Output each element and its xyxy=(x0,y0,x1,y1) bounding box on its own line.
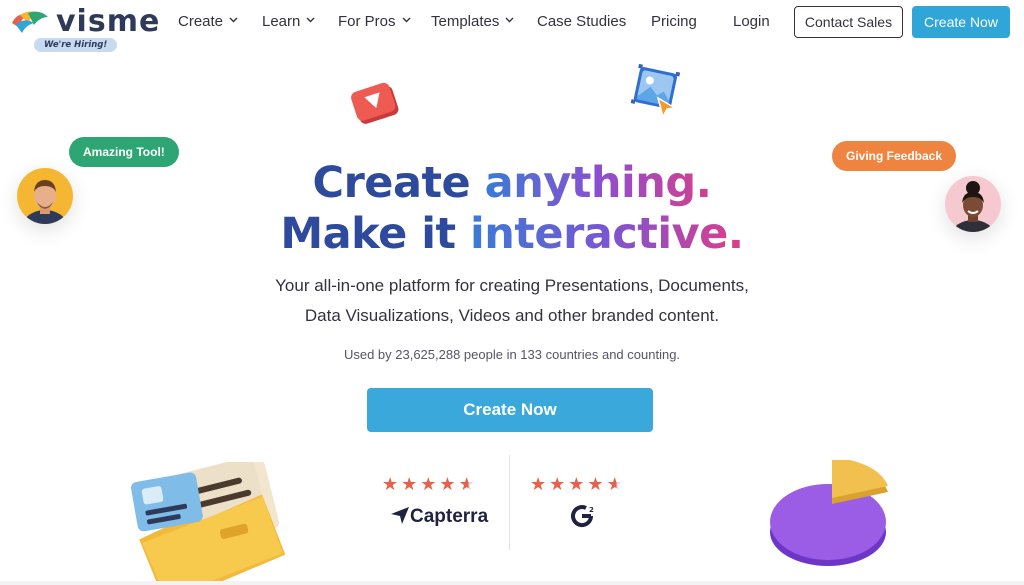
visme-logo[interactable]: visme We're Hiring! xyxy=(10,4,159,54)
headline-line-1: Create anything. xyxy=(0,158,1024,208)
capterra-logo[interactable]: Capterra xyxy=(390,505,488,528)
nav-item-label: Learn xyxy=(262,13,301,30)
nav-item-for-pros[interactable]: For Pros xyxy=(338,13,411,30)
star-icon: ★ xyxy=(549,474,569,494)
g2-stars: ★★★★★ xyxy=(530,474,626,495)
star-icon: ★ xyxy=(439,474,459,494)
headline-highlight: anything. xyxy=(484,158,712,208)
contact-sales-button[interactable]: Contact Sales xyxy=(794,6,903,38)
play-icon xyxy=(351,82,399,124)
ratings-divider xyxy=(509,455,510,550)
star-half-icon: ★ xyxy=(458,474,478,494)
chevron-down-icon xyxy=(306,17,315,23)
star-half-icon: ★ xyxy=(606,474,626,494)
star-icon: ★ xyxy=(587,474,607,494)
capterra-stars: ★★★★★ xyxy=(382,474,478,495)
star-icon: ★ xyxy=(568,474,588,494)
nav-item-pricing[interactable]: Pricing xyxy=(651,13,697,30)
nav-item-label: Create xyxy=(178,13,224,30)
nav-item-label: Login xyxy=(733,13,770,30)
top-navigation: visme We're Hiring! Create Learn For Pro… xyxy=(0,0,1024,52)
nav-item-label: Templates xyxy=(431,13,500,30)
subtitle-line-1: Your all-in-one platform for creating Pr… xyxy=(275,276,749,295)
chevron-down-icon xyxy=(402,17,411,23)
svg-text:2: 2 xyxy=(589,506,594,514)
cursor-icon xyxy=(656,96,678,120)
headline-line-2: Make it interactive. xyxy=(0,209,1024,259)
g2-logo-icon: 2 xyxy=(571,505,594,528)
create-now-cta-button[interactable]: Create Now xyxy=(367,388,653,432)
nav-item-create[interactable]: Create xyxy=(178,13,238,30)
section-divider xyxy=(0,581,1024,585)
hiring-badge[interactable]: We're Hiring! xyxy=(34,38,118,52)
nav-item-learn[interactable]: Learn xyxy=(262,13,315,30)
nav-item-label: Pricing xyxy=(651,13,697,30)
headline-text: Create xyxy=(312,158,485,208)
usage-stats: Used by 23,625,288 people in 133 countri… xyxy=(343,347,681,362)
folder-icon xyxy=(131,462,286,585)
star-icon: ★ xyxy=(420,474,440,494)
capterra-wordmark: Capterra xyxy=(410,506,489,527)
star-icon: ★ xyxy=(530,474,550,494)
g2-logo[interactable]: 2 xyxy=(571,504,597,533)
pie-chart-icon xyxy=(770,460,888,566)
create-now-nav-button[interactable]: Create Now xyxy=(912,6,1010,38)
chevron-down-icon xyxy=(505,17,514,23)
headline-highlight: interactive. xyxy=(470,209,744,259)
nav-item-case-studies[interactable]: Case Studies xyxy=(537,13,626,30)
logo-wordmark: visme xyxy=(56,4,161,39)
nav-item-label: Case Studies xyxy=(537,13,627,30)
headline-text: Make it xyxy=(280,209,471,259)
nav-item-login[interactable]: Login xyxy=(733,13,770,30)
star-icon: ★ xyxy=(401,474,421,494)
nav-item-templates[interactable]: Templates xyxy=(431,13,514,30)
nav-item-label: For Pros xyxy=(338,13,396,30)
chevron-down-icon xyxy=(229,17,238,23)
logo-icon xyxy=(12,11,48,33)
capterra-logo-icon xyxy=(391,507,409,524)
star-icon: ★ xyxy=(382,474,402,494)
subtitle-line-2: Data Visualizations, Videos and other br… xyxy=(304,306,720,325)
